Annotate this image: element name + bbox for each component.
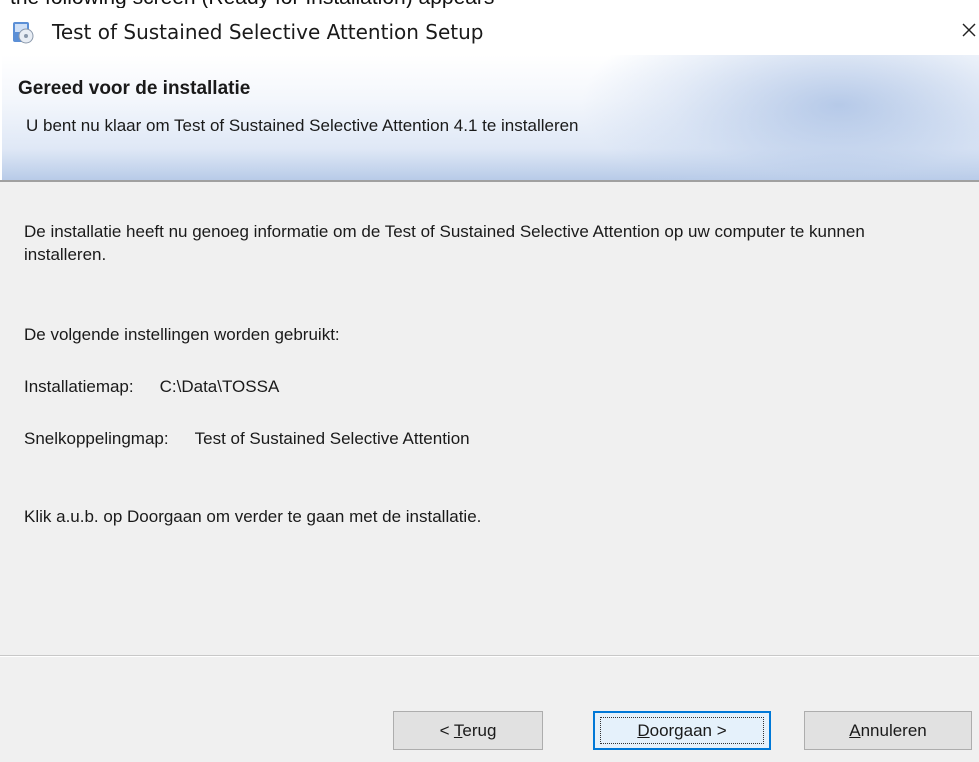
continue-instruction-text: Klik a.u.b. op Doorgaan om verder te gaa… <box>24 507 482 526</box>
header-banner: Gereed voor de installatie U bent nu kla… <box>2 55 979 180</box>
installer-disk-icon <box>13 22 34 44</box>
shortcut-folder-row: Snelkoppelingmap: Test of Sustained Selec… <box>24 429 470 449</box>
cancel-button[interactable]: Annuleren <box>804 711 972 750</box>
install-info-text: De installatie heeft nu genoeg informati… <box>24 222 865 264</box>
dialog-content: De installatie heeft nu genoeg informati… <box>0 182 979 655</box>
install-dir-value: C:\Data\TOSSA <box>159 377 280 396</box>
document-text-fragment: the following screen (Ready for Installa… <box>0 0 979 8</box>
dialog-footer: < Terug Doorgaan > Annuleren <box>0 657 979 762</box>
install-dir-row: Installatiemap: C:\Data\TOSSA <box>24 377 279 397</box>
settings-intro-text: De volgende instellingen worden gebruikt… <box>24 325 340 344</box>
close-icon[interactable] <box>961 22 977 38</box>
page-title: Gereed voor de installatie <box>18 78 251 99</box>
back-button-label: < Terug <box>439 720 497 740</box>
install-dir-label: Installatiemap: <box>24 377 134 396</box>
continue-button[interactable]: Doorgaan > <box>593 711 771 750</box>
shortcut-folder-value: Test of Sustained Selective Attention <box>194 429 470 448</box>
window-title: Test of Sustained Selective Attention Se… <box>52 20 484 44</box>
shortcut-folder-label: Snelkoppelingmap: <box>24 429 169 448</box>
focus-ring <box>600 717 764 744</box>
cancel-button-label: Annuleren <box>849 720 927 740</box>
page-subtitle: U bent nu klaar om Test of Sustained Sel… <box>26 116 579 135</box>
back-button[interactable]: < Terug <box>393 711 543 750</box>
title-bar[interactable]: Test of Sustained Selective Attention Se… <box>0 8 979 55</box>
